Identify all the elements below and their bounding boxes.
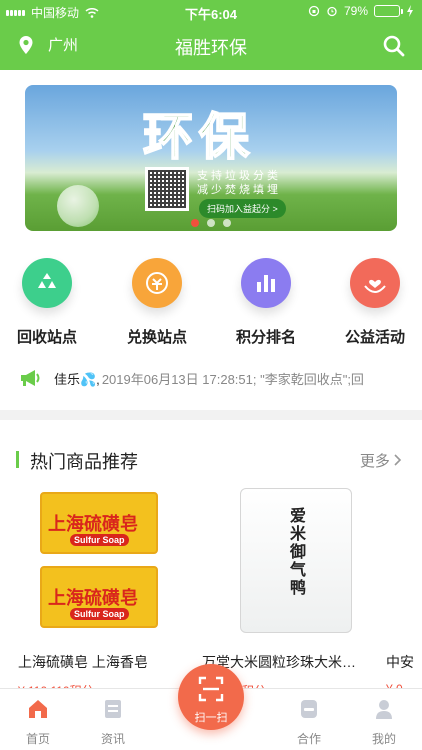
soap-label: 上海硫磺皂 (48, 514, 138, 534)
soap-label-en: Sulfur Soap (70, 608, 129, 620)
search-icon[interactable] (382, 34, 406, 58)
product-card[interactable]: 中安 ¥ 0 (386, 488, 422, 708)
recycle-icon (22, 258, 72, 308)
battery-percent: 79% (343, 4, 368, 18)
category-recycle-station[interactable]: 回收站点 (2, 258, 92, 347)
scan-icon (198, 676, 224, 702)
carousel-dots (25, 219, 397, 227)
hot-products-header: 热门商品推荐 更多 (16, 448, 406, 472)
soap-label-en: Sulfur Soap (70, 534, 129, 546)
section-divider (0, 410, 422, 420)
qr-code (145, 167, 189, 211)
chevron-right-icon (394, 454, 402, 466)
tab-label: 合作 (296, 732, 321, 746)
tab-news[interactable]: 资讯 (83, 697, 143, 747)
product-image: 上海硫磺皂 Sulfur Soap 上海硫磺皂 Sulfur Soap (18, 488, 178, 633)
product-image: 爱米御气鸭 (202, 488, 362, 633)
product-name: 上海硫磺皂 上海香皂 (18, 654, 148, 670)
app-screen: 中国移动 下午6:04 79% 广州 福胜环保 环保 支持垃圾分类 减少焚烧填埋… (0, 0, 422, 750)
news-icon (105, 700, 121, 718)
alarm-icon (327, 6, 337, 17)
scan-button[interactable]: 扫一扫 (178, 664, 244, 730)
user-icon (376, 700, 392, 719)
product-image (386, 488, 422, 633)
nav-bar: 广州 福胜环保 (0, 24, 422, 68)
category-charity-activity[interactable]: 公益活动 (330, 258, 420, 347)
banner-subtitle-line2: 减少焚烧填埋 (197, 184, 281, 196)
banner-title: 环保 (142, 108, 255, 166)
ticker-text: 2019年06月13日 17:28:51; "李家乾回收点";回 (101, 371, 364, 387)
megaphone-icon (21, 370, 40, 386)
battery-icon (374, 5, 403, 17)
banner-carousel[interactable]: 环保 支持垃圾分类 减少焚烧填埋 扫码加入益起分 > (25, 85, 397, 231)
header: 中国移动 下午6:04 79% 广州 福胜环保 (0, 0, 422, 70)
banner-join-button[interactable]: 扫码加入益起分 > (199, 199, 286, 218)
ranking-icon (241, 258, 291, 308)
category-label: 兑换站点 (126, 329, 187, 346)
tab-mine[interactable]: 我的 (354, 697, 414, 747)
rice-bag-image: 爱米御气鸭 (240, 488, 352, 633)
carousel-dot[interactable] (191, 219, 199, 227)
category-label: 积分排名 (235, 329, 296, 346)
home-icon (29, 700, 47, 718)
charging-icon (407, 5, 413, 17)
rice-label: 爱米御气鸭 (287, 507, 304, 597)
tab-label: 首页 (25, 732, 50, 746)
soap-bar-image: 上海硫磺皂 Sulfur Soap (40, 492, 158, 554)
exchange-icon (132, 258, 182, 308)
tab-cooperation[interactable]: 合作 (279, 697, 339, 747)
more-label: 更多 (359, 453, 390, 470)
rotation-lock-icon (308, 5, 320, 17)
charity-icon (350, 258, 400, 308)
status-bar: 中国移动 下午6:04 79% (0, 0, 422, 22)
carousel-dot[interactable] (223, 219, 231, 227)
carousel-dot[interactable] (207, 219, 215, 227)
cooperation-icon (301, 700, 317, 718)
category-points-ranking[interactable]: 积分排名 (221, 258, 311, 347)
banner-subtitle: 支持垃圾分类 减少焚烧填埋 (197, 169, 281, 197)
scan-label: 扫一扫 (194, 712, 228, 724)
section-title: 热门商品推荐 (30, 452, 138, 472)
tab-home[interactable]: 首页 (8, 697, 68, 747)
category-label: 公益活动 (344, 329, 405, 346)
product-card[interactable]: 爱米御气鸭 万堂大米圆粒珍珠大米… ¥ 09 99积分 (202, 488, 362, 698)
more-link[interactable]: 更多 (360, 450, 402, 471)
banner-subtitle-line1: 支持垃圾分类 (197, 170, 281, 182)
category-exchange-station[interactable]: 兑换站点 (112, 258, 202, 347)
news-ticker[interactable]: 佳乐💦, 2019年06月13日 17:28:51; "李家乾回收点";回 (18, 366, 422, 390)
category-label: 回收站点 (16, 329, 77, 346)
tab-label: 我的 (371, 732, 396, 746)
page-title: 福胜环保 (175, 38, 247, 58)
ticker-user: 佳乐💦, (54, 371, 100, 387)
section-accent-bar (16, 451, 19, 468)
product-name: 中安 (386, 654, 414, 670)
tab-label: 资讯 (100, 732, 125, 746)
soap-bar-image: 上海硫磺皂 Sulfur Soap (40, 566, 158, 628)
product-card[interactable]: 上海硫磺皂 Sulfur Soap 上海硫磺皂 Sulfur Soap 上海硫磺… (18, 488, 178, 698)
soap-label: 上海硫磺皂 (48, 588, 138, 608)
status-right: 79% (308, 4, 414, 18)
